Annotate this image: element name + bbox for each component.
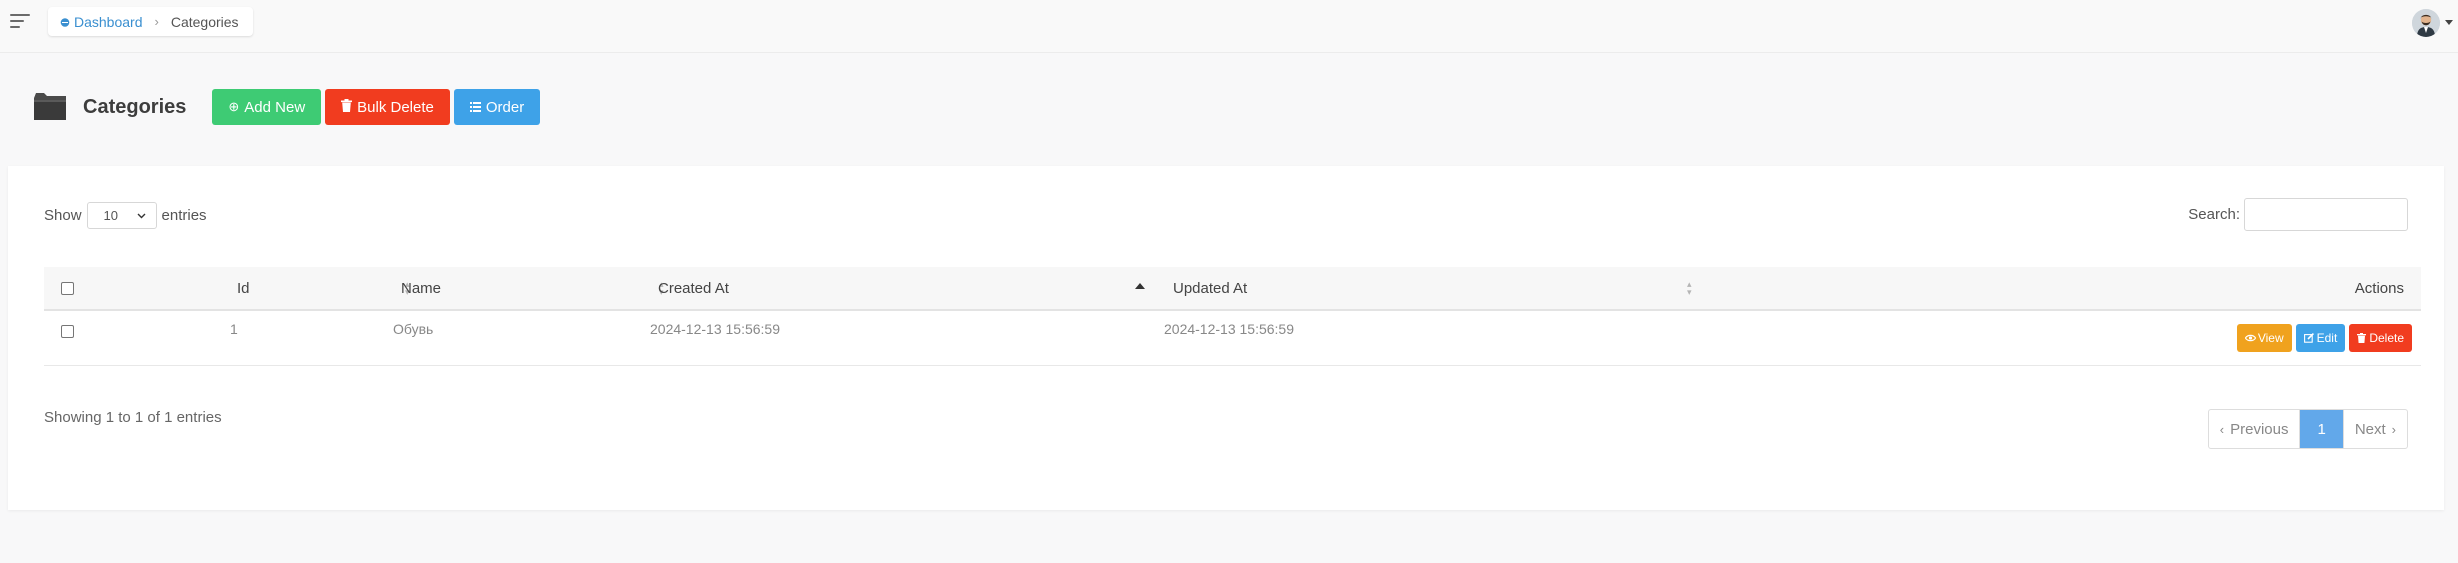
chevron-right-icon: › xyxy=(2391,421,2396,437)
sort-ascending-icon xyxy=(1135,283,1145,289)
delete-label: Delete xyxy=(2369,331,2404,345)
folder-icon xyxy=(33,92,67,122)
menu-toggle-icon[interactable] xyxy=(10,14,32,30)
column-name-label: Name xyxy=(401,279,442,297)
eye-icon xyxy=(2244,334,2256,342)
row-checkbox[interactable] xyxy=(61,325,74,338)
breadcrumb: Dashboard › Categories xyxy=(48,7,253,36)
pagination: ‹ Previous 1 Next › xyxy=(2207,409,2408,449)
search-label: Search: xyxy=(2188,206,2240,223)
categories-panel: Show 10 entries Search: Id ▴ ▾ Name ▴ ▾ Cr… xyxy=(8,166,2444,510)
plus-circle-icon: ⊕ xyxy=(228,99,240,114)
top-navbar: Dashboard › Categories xyxy=(0,0,2458,53)
add-new-button[interactable]: ⊕ Add New xyxy=(212,89,322,125)
trash-icon xyxy=(341,99,353,115)
avatar[interactable] xyxy=(2412,9,2440,37)
edit-button[interactable]: Edit xyxy=(2295,324,2346,352)
search-input[interactable] xyxy=(2244,198,2408,231)
row-updated-at: 2024-12-13 15:56:59 xyxy=(1164,321,1294,337)
user-avatar-icon xyxy=(2412,9,2440,37)
entries-per-page-select[interactable]: 10 xyxy=(86,202,157,229)
page-header: Categories ⊕ Add New Bulk Delete Order xyxy=(33,88,544,126)
breadcrumb-current: Categories xyxy=(170,13,239,30)
table-row: 1 Обувь 2024-12-13 15:56:59 2024-12-13 1… xyxy=(44,311,2421,366)
next-page-button[interactable]: Next › xyxy=(2342,410,2407,448)
row-name: Обувь xyxy=(393,321,434,337)
order-button[interactable]: Order xyxy=(453,89,541,125)
table-header: Id ▴ ▾ Name ▴ ▾ Created At Updated At ▴ ▾ A… xyxy=(44,267,2421,311)
bulk-delete-label: Bulk Delete xyxy=(357,98,434,116)
bulk-delete-button[interactable]: Bulk Delete xyxy=(325,89,450,125)
page-title: Categories xyxy=(83,95,187,118)
view-button[interactable]: View xyxy=(2236,324,2292,352)
order-label: Order xyxy=(485,98,525,116)
table-info: Showing 1 to 1 of 1 entries xyxy=(44,409,222,426)
chevron-right-icon: › xyxy=(154,14,159,29)
column-header-name[interactable]: Name ▴ ▾ xyxy=(401,267,664,309)
entries-label: entries xyxy=(161,207,207,224)
list-icon xyxy=(469,100,481,115)
column-header-updated-at[interactable]: Updated At ▴ ▾ xyxy=(1173,267,1708,309)
categories-table: Id ▴ ▾ Name ▴ ▾ Created At Updated At ▴ ▾ A… xyxy=(44,267,2421,366)
sort-icon: ▴ ▾ xyxy=(1687,279,1692,297)
row-created-at: 2024-12-13 15:56:59 xyxy=(650,321,780,337)
row-actions: View Edit Delete xyxy=(2233,324,2412,352)
select-all-cell xyxy=(61,267,74,309)
row-id: 1 xyxy=(230,321,238,337)
show-label: Show xyxy=(44,207,82,224)
breadcrumb-dashboard-label[interactable]: Dashboard xyxy=(74,14,143,30)
column-header-actions: Actions xyxy=(2355,267,2404,309)
select-all-checkbox[interactable] xyxy=(61,281,74,295)
caret-down-icon[interactable] xyxy=(2445,20,2453,25)
entries-per-page-value: 10 xyxy=(103,208,118,223)
row-select-cell xyxy=(61,325,74,338)
page-1-button[interactable]: 1 xyxy=(2299,410,2343,448)
previous-label: Previous xyxy=(2230,420,2289,438)
length-control: Show 10 entries xyxy=(44,202,207,229)
delete-button[interactable]: Delete xyxy=(2349,324,2412,352)
column-header-id[interactable]: Id ▴ ▾ xyxy=(237,267,417,309)
chevron-left-icon: ‹ xyxy=(2219,421,2225,437)
chevron-down-icon xyxy=(137,213,146,218)
column-actions-label: Actions xyxy=(2354,279,2404,297)
column-updated-at-label: Updated At xyxy=(1173,279,1248,297)
add-new-label: Add New xyxy=(244,98,306,116)
search-control: Search: xyxy=(2188,198,2408,231)
previous-page-button[interactable]: ‹ Previous xyxy=(2209,410,2300,448)
column-header-created-at[interactable]: Created At xyxy=(658,267,1178,309)
view-label: View xyxy=(2257,331,2284,345)
breadcrumb-dashboard-link[interactable]: Dashboard xyxy=(60,14,143,30)
column-created-at-label: Created At xyxy=(658,279,729,297)
edit-icon xyxy=(2303,333,2314,343)
column-id-label: Id xyxy=(237,279,250,297)
edit-label: Edit xyxy=(2316,331,2338,345)
trash-icon xyxy=(2357,333,2367,343)
next-label: Next xyxy=(2354,420,2386,438)
dashboard-icon xyxy=(60,17,70,27)
